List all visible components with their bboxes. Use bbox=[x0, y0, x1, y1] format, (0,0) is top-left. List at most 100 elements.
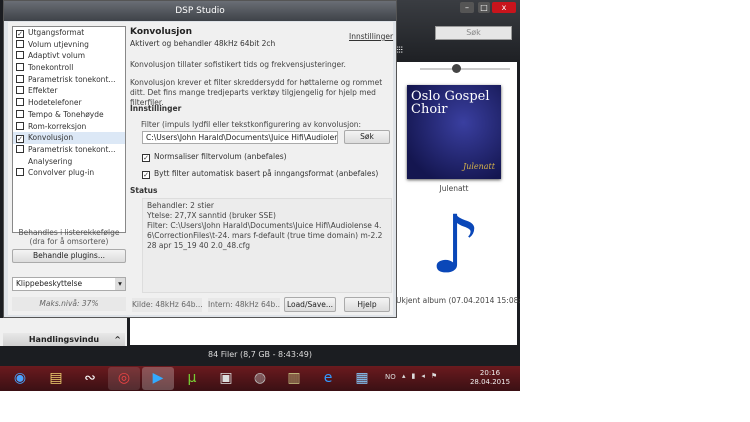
start-button-icon[interactable]: ◉ bbox=[4, 367, 36, 390]
normalize-checkbox[interactable]: ✓ Normsaliser filtervolum (anbefales) bbox=[142, 152, 287, 162]
dsp-list-item[interactable]: Parametrisk tonekont... bbox=[13, 74, 125, 86]
clip-select-value: Klippebeskyttelse bbox=[16, 279, 83, 288]
settings-link[interactable]: Innstillinger bbox=[349, 32, 393, 41]
mixer-icon[interactable]: ▥ bbox=[278, 367, 310, 390]
dsp-list-item-label: Parametrisk tonekont... bbox=[28, 144, 116, 154]
checkbox-icon[interactable] bbox=[16, 63, 24, 72]
album-art-title: Oslo Gospel Choir bbox=[411, 89, 490, 117]
status-line: Behandler: 2 stier bbox=[147, 201, 214, 210]
internet-explorer-icon[interactable]: e bbox=[312, 367, 344, 390]
manage-plugins-button[interactable]: Behandle plugins... bbox=[12, 249, 126, 263]
checkbox-checked-icon[interactable]: ✓ bbox=[16, 30, 24, 38]
dsp-list-item-label: Utgangsformat bbox=[28, 28, 85, 37]
section-subheading: Aktivert og behandler 48kHz 64bit 2ch bbox=[130, 39, 276, 48]
album-art[interactable]: Oslo Gospel Choir Julenatt bbox=[407, 85, 501, 179]
checkbox-icon[interactable] bbox=[16, 121, 24, 130]
checkbox-checked-icon[interactable]: ✓ bbox=[16, 135, 24, 144]
explorer-icon[interactable]: ▤ bbox=[40, 367, 72, 390]
clock-date: 28.04.2015 bbox=[469, 378, 511, 386]
action-window-label: Handlingsvindu bbox=[28, 335, 100, 344]
checkbox-icon[interactable] bbox=[16, 98, 24, 107]
dsp-list-item[interactable]: Adaptivt volum bbox=[13, 50, 125, 62]
chevron-up-icon[interactable]: ^ bbox=[114, 333, 121, 346]
clip-protection-select[interactable]: Klippebeskyttelse ▾ bbox=[12, 277, 126, 291]
checkbox-icon[interactable] bbox=[16, 157, 24, 165]
dsp-list-item-label: Konvolusjon bbox=[28, 133, 74, 143]
media-player-icon[interactable]: ▶ bbox=[142, 367, 174, 390]
filter-path-input[interactable]: C:\Users\John Harald\Documents\Juice Hif… bbox=[142, 131, 338, 144]
internal-format: Intern: 48kHz 64b... bbox=[208, 298, 280, 312]
dsp-list-item[interactable]: Effekter bbox=[13, 85, 125, 97]
status-line: Ytelse: 27,7X sanntid (bruker SSE) bbox=[147, 211, 276, 220]
dsp-list[interactable]: ✓ Utgangsformat Volum utjevning Adaptivt vo… bbox=[12, 26, 126, 233]
checkbox-icon[interactable] bbox=[16, 74, 24, 83]
minimize-button[interactable]: – bbox=[460, 2, 474, 13]
close-button[interactable]: x bbox=[492, 2, 516, 13]
language-indicator[interactable]: NO bbox=[385, 373, 396, 381]
dialog-body: ✓ Utgangsformat Volum utjevning Adaptivt vo… bbox=[8, 22, 393, 315]
dsp-list-item[interactable]: ✓ Konvolusjon bbox=[13, 132, 125, 144]
dsp-list-item-label: Analysering bbox=[28, 156, 73, 166]
status-heading: Status bbox=[130, 186, 158, 195]
order-note: Behandles i listerekkefølge (dra for å o… bbox=[18, 228, 120, 246]
utorrent-icon[interactable]: µ bbox=[176, 367, 208, 390]
slider-knob[interactable] bbox=[452, 64, 461, 73]
search-box[interactable]: Søk bbox=[435, 26, 512, 40]
checkbox-icon[interactable] bbox=[16, 168, 24, 177]
checkbox-icon[interactable] bbox=[16, 51, 24, 60]
section-heading: Konvolusjon bbox=[130, 27, 192, 37]
source-format: Kilde: 48kHz 64b... bbox=[132, 298, 202, 312]
dsp-studio-dialog: DSP Studio ✓ Utgangsformat Volum utjevning… bbox=[3, 0, 397, 318]
normalize-label: Normsaliser filtervolum (anbefales) bbox=[154, 152, 287, 161]
max-level: Maks.nivå: 37% bbox=[12, 297, 126, 311]
chrome-icon[interactable]: ◎ bbox=[108, 367, 140, 390]
dsp-list-item-label: Tonekontroll bbox=[28, 63, 74, 73]
album-caption[interactable]: Julenatt bbox=[407, 184, 501, 193]
checkbox-icon[interactable] bbox=[16, 86, 24, 95]
unknown-album-caption[interactable]: Ukjent album (07.04.2014 15:08:56) bbox=[396, 296, 520, 305]
dsp-list-item-label: Parametrisk tonekont... bbox=[28, 74, 116, 84]
status-box: Behandler: 2 stier Ytelse: 27,7X sanntid… bbox=[142, 198, 392, 293]
dsp-list-item[interactable]: Hodetelefoner bbox=[13, 97, 125, 109]
tray-icons[interactable]: ▴▮◂⚑ bbox=[402, 372, 443, 380]
dsp-list-item[interactable]: Tempo & Tonehøyde bbox=[13, 109, 125, 121]
action-window-bar[interactable]: Handlingsvindu ^ bbox=[3, 333, 125, 346]
dsp-list-item[interactable]: Rom-korreksjon bbox=[13, 121, 125, 133]
clock-time: 20:16 bbox=[479, 369, 501, 377]
help-button[interactable]: Hjelp bbox=[344, 297, 390, 312]
window-app-icon[interactable]: ▣ bbox=[210, 367, 242, 390]
dsp-list-item[interactable]: Tonekontroll bbox=[13, 62, 125, 74]
album-art-subtitle: Julenatt bbox=[462, 162, 495, 171]
checkbox-checked-icon[interactable]: ✓ bbox=[142, 171, 150, 179]
dsp-list-item[interactable]: Parametrisk tonekont... bbox=[13, 144, 125, 156]
status-line: Filter: C:\Users\John Harald\Documents\J… bbox=[147, 221, 383, 250]
dsp-list-item-label: Adaptivt volum bbox=[28, 51, 86, 61]
dsp-list-item[interactable]: Volum utjevning bbox=[13, 39, 125, 51]
auto-switch-label: Bytt filter automatisk basert på inngang… bbox=[154, 169, 379, 178]
checkbox-icon[interactable] bbox=[16, 39, 24, 48]
app-icon[interactable]: ∾ bbox=[74, 367, 106, 390]
checkbox-icon[interactable] bbox=[16, 109, 24, 118]
chevron-down-icon[interactable]: ▾ bbox=[115, 278, 125, 290]
dsp-list-item[interactable]: Analysering bbox=[13, 156, 125, 168]
music-note-icon[interactable]: ♪ bbox=[430, 205, 481, 285]
disc-icon[interactable]: ◍ bbox=[244, 367, 276, 390]
taskbar: ◉ ▤ ∾ ◎ ▶ µ ▣ ◍ ▥ e ▦ NO ▴▮◂⚑ 20:16 28.04… bbox=[0, 366, 520, 391]
browse-button[interactable]: Søk bbox=[344, 130, 390, 144]
dsp-list-item-label: Volum utjevning bbox=[28, 39, 89, 49]
load-save-button[interactable]: Load/Save... bbox=[284, 297, 336, 312]
equalizer-icon[interactable]: ⫶⫶⫶ bbox=[396, 46, 403, 56]
description-1: Konvolusjon tillater sofistikert tids og… bbox=[130, 60, 346, 69]
clock[interactable]: 20:16 28.04.2015 bbox=[465, 369, 515, 387]
settings-heading: Innstillinger bbox=[130, 104, 182, 113]
dsp-list-item-label: Effekter bbox=[28, 86, 58, 96]
checkbox-checked-icon[interactable]: ✓ bbox=[142, 154, 150, 162]
dsp-list-item-label: Convolver plug-in bbox=[28, 168, 95, 178]
auto-switch-checkbox[interactable]: ✓ Bytt filter automatisk basert på inngan… bbox=[142, 169, 378, 179]
dsp-list-item[interactable]: Convolver plug-in bbox=[13, 167, 125, 179]
dsp-list-item[interactable]: ✓ Utgangsformat bbox=[13, 27, 125, 39]
control-panel-icon[interactable]: ▦ bbox=[346, 367, 378, 390]
zoom-slider[interactable] bbox=[420, 68, 510, 70]
maximize-button[interactable]: □ bbox=[478, 2, 490, 13]
checkbox-icon[interactable] bbox=[16, 144, 24, 153]
